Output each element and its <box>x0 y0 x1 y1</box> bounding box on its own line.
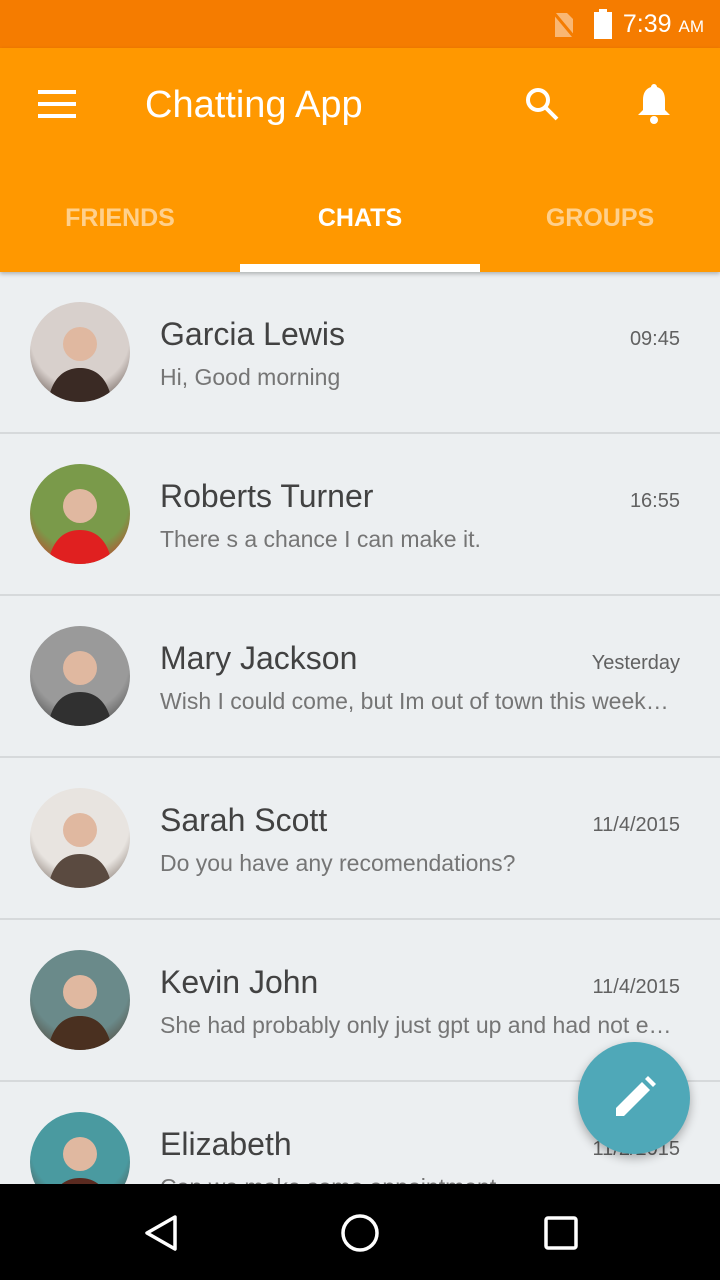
recents-icon[interactable] <box>543 1215 579 1251</box>
chat-list-item[interactable]: Roberts Turner 16:55 There s a chance I … <box>0 434 720 596</box>
tab-friends[interactable]: FRIENDS <box>0 180 240 272</box>
avatar[interactable] <box>30 464 130 564</box>
message-preview: Do you have any recomendations? <box>160 850 516 876</box>
message-preview: Wish I could come, but Im out of town th… <box>160 688 680 714</box>
battery-icon <box>594 9 612 39</box>
chat-list-item[interactable]: Sarah Scott 11/4/2015 Do you have any re… <box>0 758 720 920</box>
home-icon[interactable] <box>340 1213 380 1253</box>
avatar[interactable] <box>30 950 130 1050</box>
message-preview: There s a chance I can make it. <box>160 526 481 552</box>
tab-chats[interactable]: CHATS <box>240 180 480 272</box>
bell-icon[interactable] <box>636 82 672 124</box>
avatar[interactable] <box>30 626 130 726</box>
message-preview: She had probably only just gpt up and ha… <box>160 1012 680 1038</box>
message-time: Yesterday <box>591 652 680 674</box>
compose-button[interactable] <box>578 1042 690 1154</box>
contact-name: Mary Jackson <box>160 640 358 676</box>
message-time: 11/4/2015 <box>592 976 681 998</box>
app-title: Chatting App <box>145 84 363 126</box>
no-sim-icon <box>552 12 576 38</box>
tab-bar: FRIENDS CHATS GROUPS <box>0 180 720 272</box>
hamburger-icon[interactable] <box>38 90 76 118</box>
contact-name: Roberts Turner <box>160 478 374 514</box>
message-time: 11/4/2015 <box>592 814 681 836</box>
message-preview: Hi, Good morning <box>160 364 341 390</box>
contact-name: Garcia Lewis <box>160 316 345 352</box>
avatar[interactable] <box>30 788 130 888</box>
chat-list-item[interactable]: Garcia Lewis 09:45 Hi, Good morning <box>0 272 720 434</box>
tab-groups[interactable]: GROUPS <box>480 180 720 272</box>
status-bar: 7:39 AM <box>0 0 720 48</box>
message-time: 09:45 <box>629 328 680 350</box>
contact-name: Kevin John <box>160 964 319 1000</box>
message-time: 16:55 <box>629 490 680 512</box>
avatar[interactable] <box>30 302 130 402</box>
chat-list-item[interactable]: Mary Jackson Yesterday Wish I could come… <box>0 596 720 758</box>
clock: 7:39 AM <box>622 10 704 38</box>
back-icon[interactable] <box>143 1214 179 1252</box>
navigation-bar <box>0 1184 720 1280</box>
contact-name: Sarah Scott <box>160 802 328 838</box>
search-icon[interactable] <box>524 86 560 122</box>
contact-name: Elizabeth <box>160 1126 292 1162</box>
pencil-icon <box>616 1076 656 1116</box>
app-bar: Chatting App FRIENDS CHATS GROUPS <box>0 48 720 272</box>
